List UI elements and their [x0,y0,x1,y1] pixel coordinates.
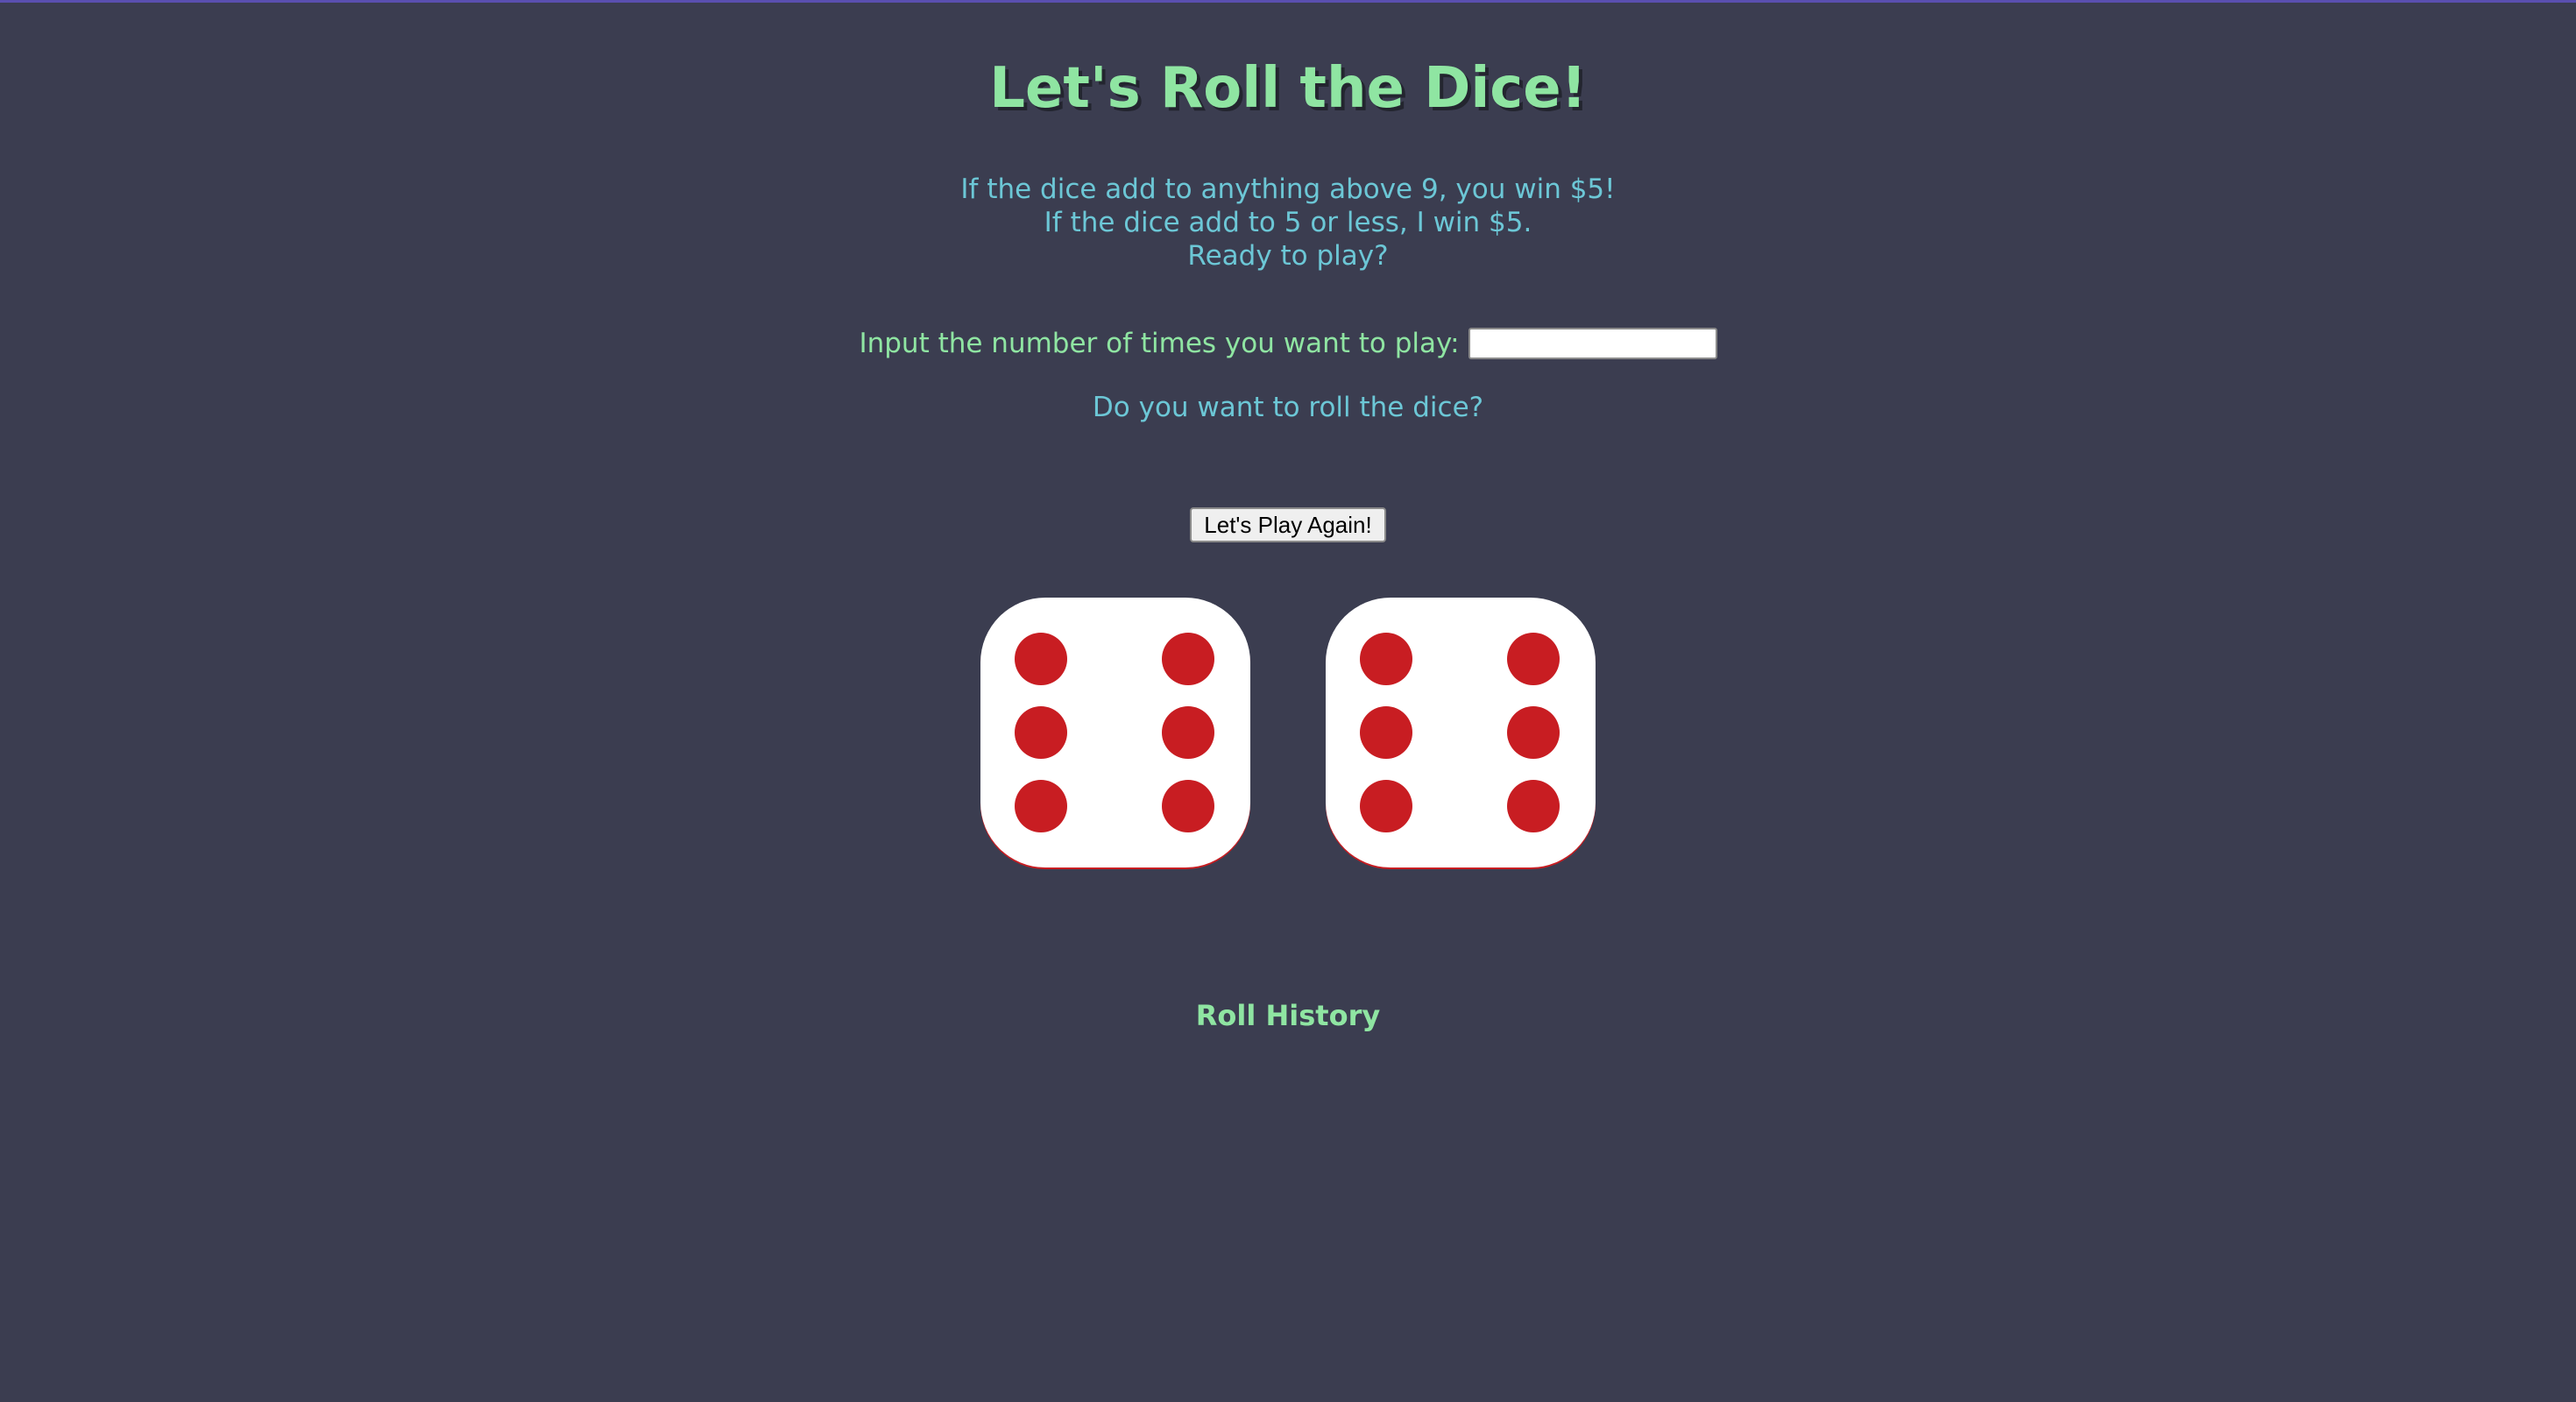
play-count-label: Input the number of times you want to pl… [859,328,1460,359]
die-pip [1507,780,1560,832]
rules-text: If the dice add to anything above 9, you… [0,173,2576,273]
die-1 [980,598,1250,867]
play-button-wrap: Let's Play Again! [0,507,2576,542]
die-pip [1360,706,1412,759]
rule-line-win: If the dice add to anything above 9, you… [960,173,1616,205]
die-pip [1162,780,1214,832]
rule-line-lose: If the dice add to 5 or less, I win $5. [1044,207,1532,238]
die-pip [1507,633,1560,685]
die-pip [1015,780,1067,832]
rule-line-ready: Ready to play? [1187,240,1389,272]
die-pip [1360,780,1412,832]
play-again-button[interactable]: Let's Play Again! [1190,507,1386,542]
die-pip [1162,706,1214,759]
die-pip [1015,633,1067,685]
dice-row [0,598,2576,867]
die-pip [1360,633,1412,685]
roll-history-heading: Roll History [1195,999,1381,1032]
die-pip [1162,633,1214,685]
play-count-row: Input the number of times you want to pl… [0,325,2576,362]
die-2 [1326,598,1596,867]
die-pip [1507,706,1560,759]
roll-prompt: Do you want to roll the dice? [1092,392,1484,423]
play-count-input[interactable] [1468,328,1717,359]
die-pip [1015,706,1067,759]
page-title: Let's Roll the Dice! [989,56,1587,121]
